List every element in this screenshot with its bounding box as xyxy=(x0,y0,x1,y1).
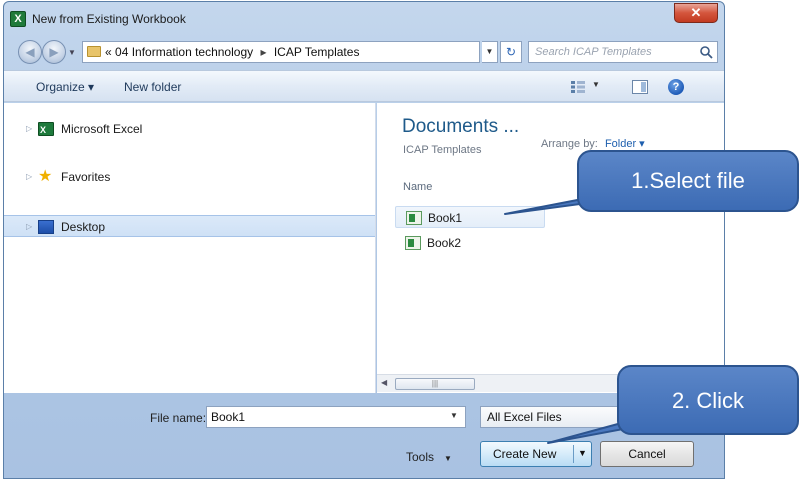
search-input[interactable]: Search ICAP Templates xyxy=(528,41,718,63)
file-name-chevron-down-icon[interactable]: ▼ xyxy=(450,411,458,420)
excel-file-icon xyxy=(405,236,421,250)
expand-arrow-icon[interactable]: ▷ xyxy=(26,166,32,188)
dialog-footer: File name: Book1 ▼ All Excel Files Tools… xyxy=(4,393,724,478)
excel-app-icon: X xyxy=(10,11,26,27)
breadcrumb-segment[interactable]: 04 Information technology xyxy=(115,45,253,59)
column-header-name[interactable]: Name xyxy=(403,181,432,193)
arrange-by-label: Arrange by: xyxy=(541,138,598,150)
file-item[interactable]: Book1 xyxy=(395,206,545,228)
tools-menu[interactable]: Tools ▼ xyxy=(406,450,452,464)
search-icon xyxy=(700,46,713,59)
scroll-left-icon[interactable]: ◀ xyxy=(381,378,387,387)
recent-pages-chevron-down-icon[interactable]: ▼ xyxy=(68,48,76,57)
command-toolbar: Organize ▾ New folder ▼ ? xyxy=(4,70,724,102)
library-title: Documents ... xyxy=(402,116,520,137)
nav-item-label: Desktop xyxy=(61,220,106,234)
nav-item-favorites[interactable]: ▷ ★ Favorites xyxy=(4,166,375,188)
breadcrumb-separator: ▸ xyxy=(260,45,267,59)
desktop-icon xyxy=(38,220,54,234)
callout-click: 2. Click xyxy=(617,365,799,435)
address-bar[interactable]: « 04 Information technology ▸ ICAP Templ… xyxy=(82,41,480,63)
window-title: New from Existing Workbook xyxy=(32,12,186,26)
create-new-chevron-down-icon[interactable]: ▼ xyxy=(578,448,587,458)
callout-text: 2. Click xyxy=(671,388,745,413)
address-row: ◀ ▶ ▼ « 04 Information technology ▸ ICAP… xyxy=(4,34,724,68)
help-icon[interactable]: ? xyxy=(668,79,684,95)
arrange-by-dropdown[interactable]: Folder ▾ xyxy=(605,138,645,150)
file-name-label: File name: xyxy=(150,411,207,425)
tools-chevron-down-icon: ▼ xyxy=(444,454,452,463)
tools-label: Tools xyxy=(406,450,435,464)
callout-text: 1.Select file xyxy=(631,168,745,193)
file-list-pane: Documents ... ICAP Templates Arrange by:… xyxy=(377,103,724,393)
address-prefix: « xyxy=(105,45,112,59)
file-name: Book1 xyxy=(428,211,463,225)
refresh-icon[interactable]: ↻ xyxy=(500,41,522,63)
view-chevron-down-icon[interactable]: ▼ xyxy=(592,80,600,89)
star-icon: ★ xyxy=(38,168,53,185)
preview-pane-icon[interactable] xyxy=(632,80,648,94)
title-bar: X New from Existing Workbook ✕ xyxy=(4,2,724,32)
expand-arrow-icon[interactable]: ▷ xyxy=(26,118,32,140)
change-view-icon[interactable] xyxy=(570,80,586,94)
navigation-pane: ▷ Microsoft Excel ▷ ★ Favorites ▷ Deskto… xyxy=(4,103,376,393)
close-button[interactable]: ✕ xyxy=(674,3,718,23)
excel-file-icon xyxy=(406,211,422,225)
create-new-label: Create New xyxy=(493,447,557,461)
file-item[interactable]: Book2 xyxy=(395,232,545,254)
search-placeholder: Search ICAP Templates xyxy=(535,46,652,58)
split-divider xyxy=(573,445,574,463)
create-new-button[interactable]: Create New ▼ xyxy=(480,441,592,467)
excel-icon xyxy=(38,119,54,141)
nav-item-microsoft-excel[interactable]: ▷ Microsoft Excel xyxy=(4,118,375,141)
file-name: Book2 xyxy=(427,236,462,250)
callout-select-file: 1.Select file xyxy=(577,150,799,212)
breadcrumb-segment[interactable]: ICAP Templates xyxy=(274,45,360,59)
file-type-select[interactable]: All Excel Files xyxy=(480,406,640,428)
folder-icon xyxy=(87,46,101,57)
organize-button[interactable]: Organize ▾ xyxy=(36,80,94,94)
address-chevron-down-icon[interactable]: ▼ xyxy=(482,41,498,63)
cancel-button[interactable]: Cancel xyxy=(600,441,694,467)
library-subtitle: ICAP Templates xyxy=(403,144,482,156)
new-folder-button[interactable]: New folder xyxy=(124,80,181,94)
back-button[interactable]: ◀ xyxy=(18,40,42,64)
forward-button[interactable]: ▶ xyxy=(42,40,66,64)
nav-item-label: Microsoft Excel xyxy=(61,122,143,136)
nav-item-desktop[interactable]: ▷ Desktop xyxy=(4,215,375,237)
expand-arrow-icon[interactable]: ▷ xyxy=(26,216,32,238)
scroll-thumb[interactable]: ||| xyxy=(395,378,475,390)
arrange-by: Arrange by: Folder ▾ xyxy=(541,137,645,150)
file-name-field[interactable]: Book1 xyxy=(206,406,466,428)
nav-item-label: Favorites xyxy=(61,170,111,184)
